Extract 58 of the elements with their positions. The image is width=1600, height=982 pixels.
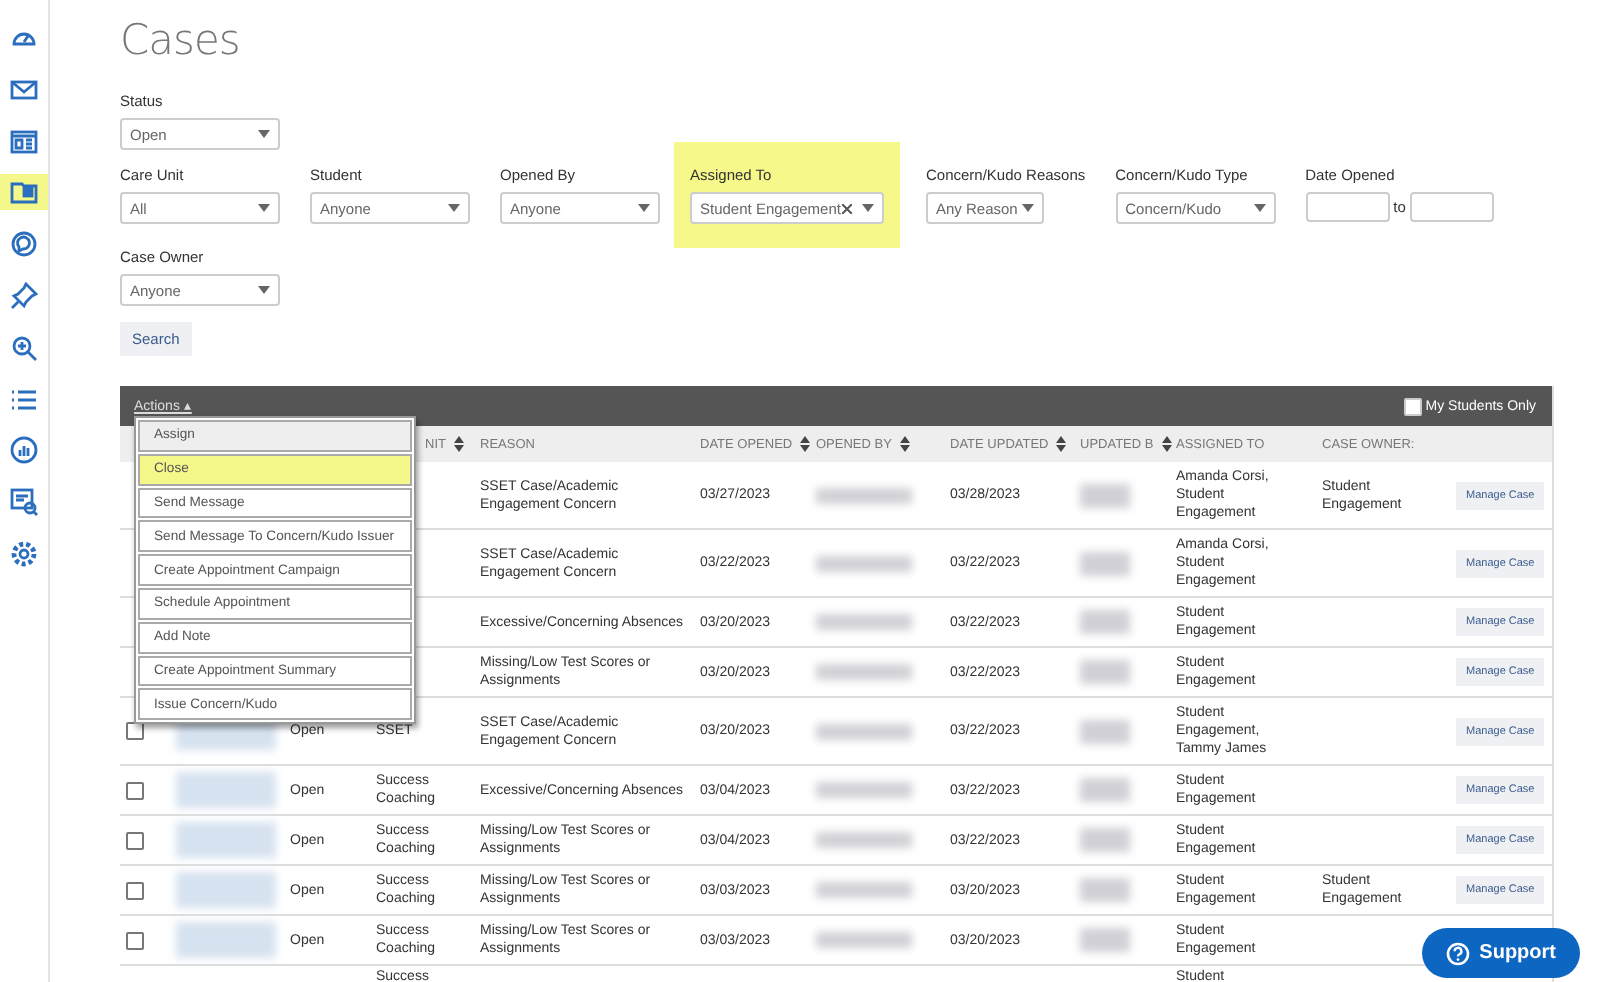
- checkbox[interactable]: [1403, 397, 1422, 415]
- blurred-text: [176, 922, 276, 958]
- blurred-text: [1080, 719, 1130, 743]
- caret-icon: [258, 204, 270, 212]
- search-icon[interactable]: [10, 333, 38, 362]
- blurred-text: [1080, 828, 1130, 852]
- row-checkbox[interactable]: [126, 722, 144, 740]
- row-checkbox[interactable]: [126, 931, 144, 949]
- chat-icon[interactable]: [10, 230, 38, 259]
- row-checkbox[interactable]: [126, 831, 144, 849]
- blurred-text: [816, 832, 912, 848]
- blurred-text: [1080, 660, 1130, 684]
- help-icon: [1445, 941, 1470, 965]
- sort-icon[interactable]: [800, 436, 811, 452]
- blurred-text: [816, 664, 912, 680]
- blurred-text: [1080, 778, 1130, 802]
- sort-icon[interactable]: [1056, 436, 1067, 452]
- blurred-text: [816, 932, 912, 948]
- folder-icon[interactable]: [10, 178, 38, 207]
- id-card-icon[interactable]: [10, 127, 38, 156]
- pin-icon[interactable]: [10, 281, 38, 310]
- blurred-text: [816, 487, 912, 503]
- blurred-text: [1080, 928, 1130, 952]
- caret-icon: [1022, 204, 1034, 212]
- blurred-text: [1080, 878, 1130, 902]
- date-field[interactable]: [1305, 192, 1390, 222]
- caret-icon: [448, 204, 460, 212]
- mail-icon[interactable]: [10, 75, 38, 104]
- blurred-text: [816, 723, 912, 739]
- sort-icon[interactable]: [899, 436, 910, 452]
- chart-icon[interactable]: [10, 436, 38, 465]
- blurred-text: [176, 872, 276, 908]
- blurred-text: [1080, 551, 1130, 575]
- blurred-text: [816, 555, 912, 571]
- row-checkbox[interactable]: [126, 881, 144, 899]
- report-icon[interactable]: [10, 488, 38, 517]
- sidebar-item[interactable]: [0, 174, 48, 211]
- date-field[interactable]: [1409, 192, 1494, 222]
- sort-icon[interactable]: [1161, 436, 1172, 452]
- blurred-text: [816, 882, 912, 898]
- blurred-text: [176, 822, 276, 858]
- row-checkbox[interactable]: [126, 781, 144, 799]
- list-icon[interactable]: [10, 385, 38, 414]
- blurred-text: [816, 782, 912, 798]
- blurred-text: [176, 772, 276, 808]
- blurred-text: [816, 614, 912, 630]
- clear-icon[interactable]: [842, 203, 852, 213]
- caret-icon: [258, 286, 270, 294]
- caret-icon: [862, 204, 874, 212]
- blurred-text: [1080, 483, 1130, 507]
- caret-icon: [1253, 204, 1266, 212]
- support-button[interactable]: Support: [1421, 928, 1580, 978]
- blurred-text: [1080, 610, 1130, 634]
- caret-icon: [638, 204, 650, 212]
- settings-icon[interactable]: [10, 539, 38, 568]
- sort-icon[interactable]: [454, 436, 464, 452]
- caret-icon: [258, 130, 270, 138]
- page-title: Cases: [120, 16, 242, 64]
